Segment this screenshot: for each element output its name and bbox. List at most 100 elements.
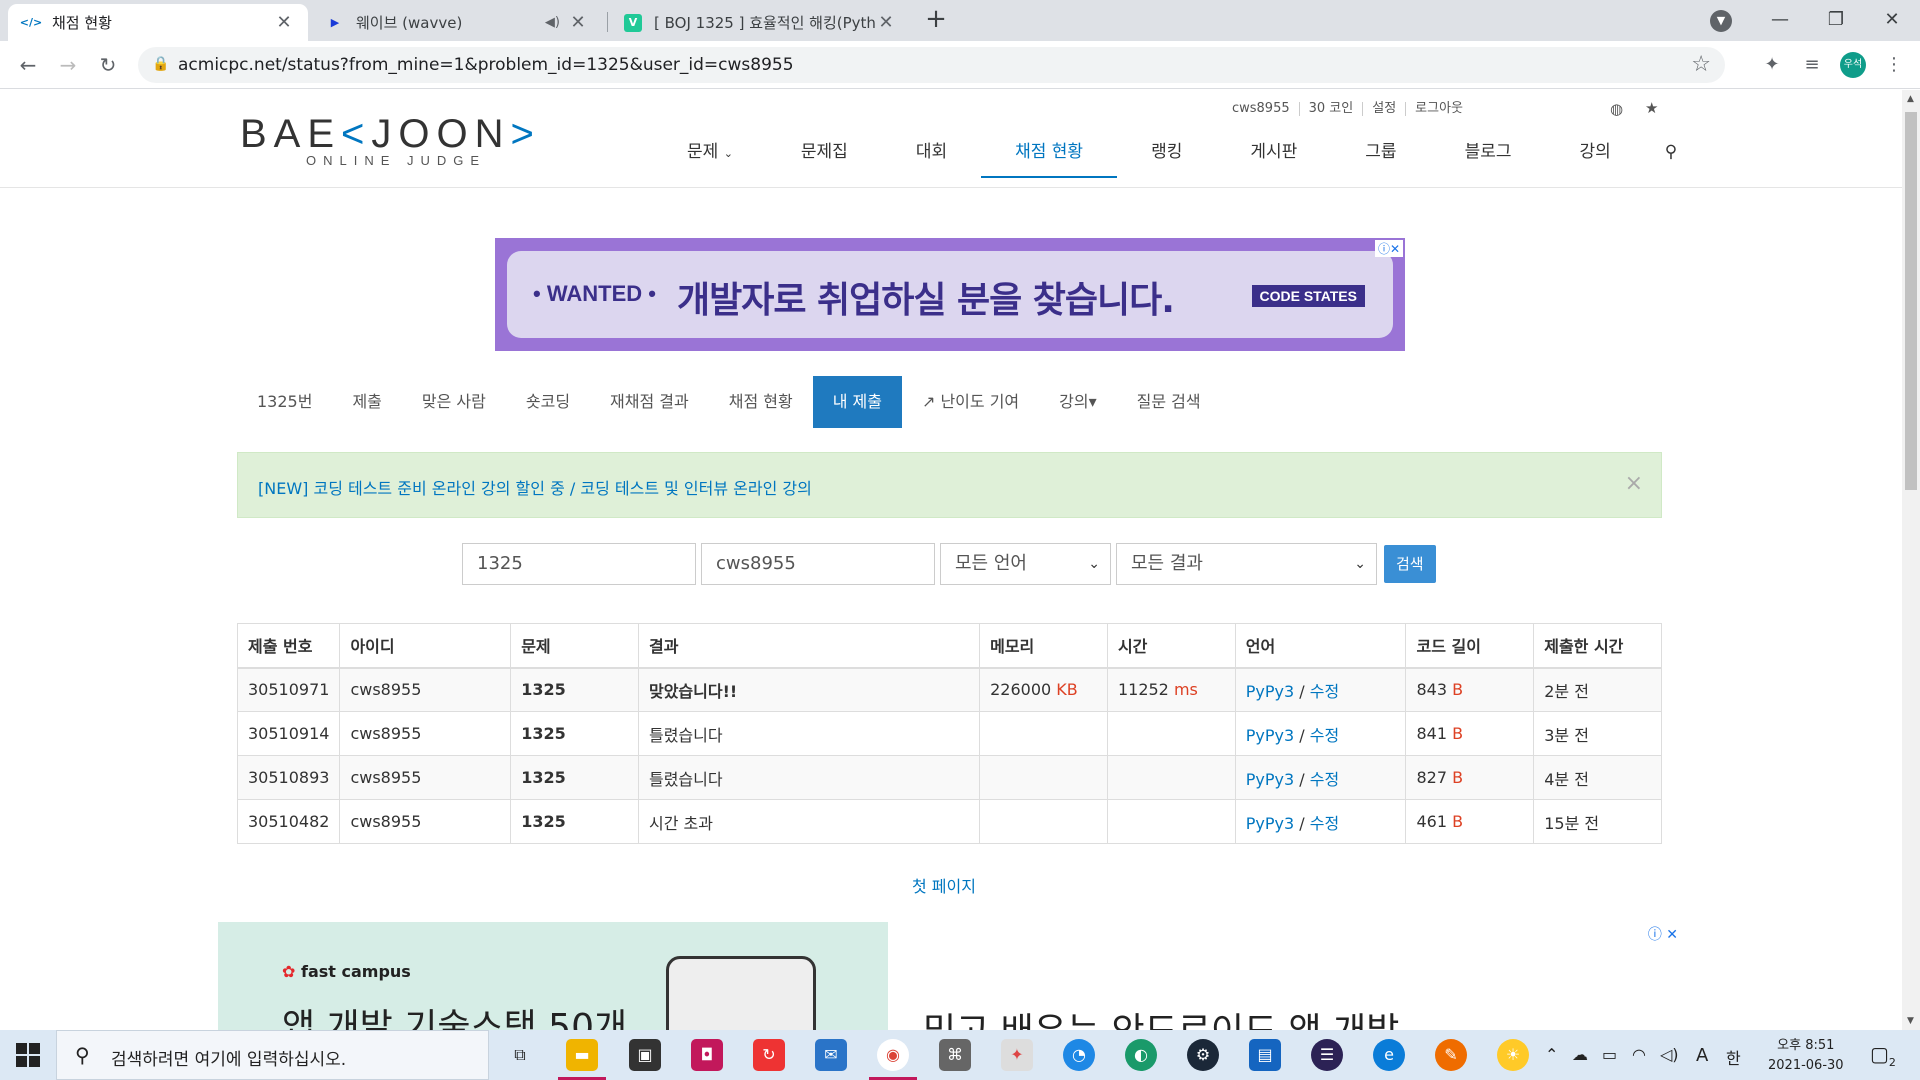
task-view-icon[interactable]: ⧉ [504, 1039, 536, 1071]
close-tab-icon[interactable]: ✕ [274, 12, 294, 33]
mail-icon[interactable]: ✉ [815, 1039, 847, 1071]
nav-problems[interactable]: 문제 ⌄ [653, 130, 767, 178]
browser-tab-wavve[interactable]: ▶ 웨이브 (wavve) ◀) ✕ [312, 4, 602, 41]
bottom-ad-banner[interactable]: ✿ fast campus 앱 개발 기술스택 50개 믿고 배우는 안드로이드… [218, 922, 1680, 1030]
app-icon-orange[interactable]: ✎ [1435, 1039, 1467, 1071]
top-ad-banner[interactable]: • WANTED • 개발자로 취업하실 분을 찾습니다. CODE STATE… [495, 238, 1405, 351]
edge-icon[interactable]: e [1373, 1039, 1405, 1071]
scrollbar-thumb[interactable] [1905, 112, 1917, 490]
subnav-lecture[interactable]: 강의▾ [1039, 376, 1116, 428]
browser-tab-velog[interactable]: V [ BOJ 1325 ] 효율적인 해킹(Pyth ✕ [610, 4, 910, 41]
new-tab-button[interactable]: + [922, 6, 950, 34]
minimize-icon[interactable]: — [1752, 0, 1808, 41]
nav-status[interactable]: 채점 현황 [981, 130, 1118, 178]
scroll-up-icon[interactable]: ▲ [1907, 94, 1914, 104]
close-tab-icon[interactable]: ✕ [876, 12, 896, 33]
snipping-icon[interactable]: ⌘ [939, 1039, 971, 1071]
submitted-time-link[interactable]: 3분 전 [1533, 711, 1662, 756]
adchoices-icon[interactable]: ⓘ✕ [1374, 240, 1403, 257]
user-link[interactable]: cws8955 [339, 755, 512, 800]
language-link[interactable]: PyPy3 [1246, 682, 1294, 701]
tray-cloud-icon[interactable]: ☁ [1572, 1045, 1588, 1064]
reader-icon[interactable]: ▤ [1249, 1039, 1281, 1071]
weather-icon[interactable]: ☀ [1497, 1039, 1529, 1071]
nav-contest[interactable]: 대회 [882, 130, 981, 178]
user-id-input[interactable]: cws8955 [701, 543, 935, 585]
submitted-time-link[interactable]: 4분 전 [1533, 755, 1662, 800]
browser-tab-status[interactable]: </> 채점 현황 ✕ [8, 4, 308, 41]
nav-blog[interactable]: 블로그 [1431, 130, 1546, 178]
search-button[interactable]: 검색 [1384, 545, 1436, 583]
submitted-time-link[interactable]: 2분 전 [1533, 667, 1662, 712]
scroll-down-icon[interactable]: ▼ [1907, 1016, 1914, 1026]
result-select[interactable]: 모든 결과 ⌄ [1116, 543, 1377, 585]
first-page-link[interactable]: 첫 페이지 [912, 873, 976, 897]
audio-playing-icon[interactable]: ◀) [545, 15, 560, 30]
taskbar-search[interactable]: ⚲ 검색하려면 여기에 입력하십시오. [56, 1030, 489, 1080]
problem-link[interactable]: 1325 [510, 667, 639, 712]
user-link[interactable]: cws8955 [339, 711, 512, 756]
lock-icon[interactable]: 🔒 [152, 56, 169, 72]
address-bar[interactable]: 🔒 acmicpc.net/status?from_mine=1&problem… [138, 47, 1725, 83]
eclipse-icon[interactable]: ☰ [1311, 1039, 1343, 1071]
top-menu-logout[interactable]: 로그아웃 [1405, 102, 1472, 116]
language-link[interactable]: PyPy3 [1246, 770, 1294, 789]
extensions-icon[interactable]: ✦ [1760, 53, 1784, 77]
tray-volume-icon[interactable]: ◁) [1660, 1045, 1679, 1064]
adchoices-icon[interactable]: ⓘ ✕ [1648, 924, 1678, 944]
browser-menu-icon[interactable]: ⋮ [1882, 53, 1906, 77]
tab-search-icon[interactable]: ▼ [1710, 10, 1732, 32]
close-tab-icon[interactable]: ✕ [568, 12, 588, 33]
ime-lang-indicator[interactable]: 한 [1726, 1045, 1741, 1069]
url-text[interactable]: acmicpc.net/status?from_mine=1&problem_i… [178, 55, 794, 75]
star-icon[interactable]: ★ [1645, 99, 1658, 117]
language-select[interactable]: 모든 언어 ⌄ [940, 543, 1111, 585]
nav-search-icon[interactable]: ⚲ [1645, 130, 1697, 178]
edit-link[interactable]: 수정 [1310, 770, 1339, 789]
top-menu-settings[interactable]: 설정 [1362, 102, 1405, 116]
subnav-short-coding[interactable]: 숏코딩 [506, 376, 590, 428]
app-icon-red[interactable]: ◘ [691, 1039, 723, 1071]
bookmark-star-icon[interactable]: ☆ [1691, 52, 1711, 77]
tray-battery-icon[interactable]: ▭ [1602, 1045, 1617, 1064]
problem-id-input[interactable]: 1325 [462, 543, 696, 585]
edit-link[interactable]: 수정 [1310, 726, 1339, 745]
user-link[interactable]: cws8955 [339, 799, 512, 844]
sync-app-icon[interactable]: ↻ [753, 1039, 785, 1071]
problem-link[interactable]: 1325 [510, 799, 639, 844]
globe-icon[interactable]: ◍ [1610, 100, 1623, 118]
nav-group[interactable]: 그룹 [1331, 130, 1430, 178]
store-icon[interactable]: ▣ [629, 1039, 661, 1071]
back-icon[interactable]: ← [14, 51, 42, 79]
edit-link[interactable]: 수정 [1310, 814, 1339, 833]
restore-icon[interactable]: ❐ [1808, 0, 1864, 41]
steam-icon[interactable]: ⚙ [1187, 1039, 1219, 1071]
subnav-solved-users[interactable]: 맞은 사람 [402, 376, 506, 428]
subnav-rejudge[interactable]: 재채점 결과 [590, 376, 709, 428]
problem-link[interactable]: 1325 [510, 711, 639, 756]
tray-chevron-up-icon[interactable]: ⌃ [1545, 1045, 1558, 1064]
subnav-difficulty[interactable]: ↗ 난이도 기여 [902, 376, 1039, 428]
page-scrollbar[interactable]: ▲ ▼ [1902, 90, 1920, 1030]
subnav-my-submissions[interactable]: 내 제출 [812, 376, 902, 428]
chrome-icon[interactable]: ◉ [869, 1039, 917, 1080]
problem-link[interactable]: 1325 [510, 755, 639, 800]
nav-workbook[interactable]: 문제집 [767, 130, 882, 178]
profile-avatar[interactable]: 우석 [1840, 52, 1866, 78]
clock-app-icon[interactable]: ◔ [1063, 1039, 1095, 1071]
alert-close-icon[interactable]: × [1625, 471, 1643, 496]
subnav-question-search[interactable]: 질문 검색 [1117, 376, 1221, 428]
alert-link[interactable]: [NEW] 코딩 테스트 준비 온라인 강의 할인 중 / 코딩 테스트 및 인… [258, 475, 812, 499]
language-link[interactable]: PyPy3 [1246, 814, 1294, 833]
taskbar-clock[interactable]: 오후 8:51 2021-06-30 [1768, 1036, 1844, 1076]
submitted-time-link[interactable]: 15분 전 [1533, 799, 1662, 844]
user-link[interactable]: cws8955 [339, 667, 512, 712]
file-explorer-icon[interactable]: ▬ [558, 1039, 606, 1080]
media-control-icon[interactable]: ≡ [1800, 53, 1824, 77]
top-menu-username[interactable]: cws8955 [1223, 102, 1299, 116]
nav-lecture[interactable]: 강의 [1545, 130, 1644, 178]
tray-wifi-icon[interactable]: ◠ [1632, 1045, 1646, 1064]
forward-icon[interactable]: → [54, 51, 82, 79]
windows-start-icon[interactable] [16, 1043, 40, 1067]
nav-board[interactable]: 게시판 [1216, 130, 1331, 178]
